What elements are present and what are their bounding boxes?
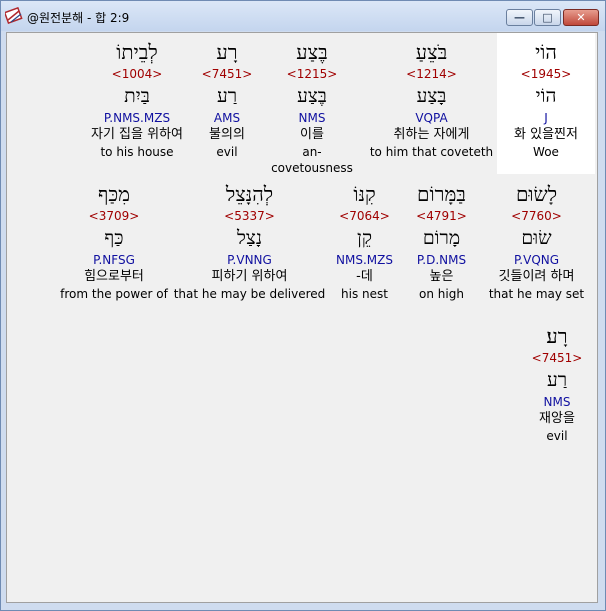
korean-gloss: 이를 — [300, 127, 324, 142]
maximize-icon: □ — [542, 11, 553, 24]
korean-gloss: 피하기 위하여 — [211, 269, 288, 284]
korean-gloss: 불의의 — [209, 127, 245, 142]
korean-gloss: 재앙을 — [539, 411, 575, 426]
close-icon: ✕ — [576, 11, 586, 24]
lemma: רַע — [546, 369, 568, 391]
lemma: שׂוּם — [521, 227, 552, 249]
hebrew-word: רָע — [216, 40, 238, 64]
word-cell[interactable]: לָשׂוּם <7760> שׂוּם P.VQNG 깃들이려 하며 that… — [484, 180, 589, 302]
strong-number[interactable]: <7760> — [484, 208, 589, 225]
morphology-code[interactable]: NMS.MZS — [327, 252, 402, 268]
english-gloss: his nest — [341, 287, 388, 301]
morphology-code[interactable]: P.VQNG — [484, 252, 589, 268]
hebrew-word: לְהִנָּצֵל — [225, 182, 274, 206]
strong-number[interactable]: <1214> — [369, 66, 494, 83]
lemma: כַּף — [104, 227, 124, 249]
strong-number[interactable]: <5337> — [172, 208, 327, 225]
word-cell[interactable]: רָע <7451> רַע AMS 불의의 evil — [192, 38, 262, 160]
morphology-code[interactable]: NMS — [262, 110, 362, 126]
lemma: נָצַל — [236, 227, 263, 249]
strong-number[interactable]: <7451> — [192, 66, 262, 83]
hebrew-word: לְבֵיתוֹ — [116, 40, 158, 64]
lemma: בָּצַע — [416, 85, 447, 107]
korean-gloss: 힘으로부터 — [84, 269, 144, 284]
korean-gloss: 깃들이려 하며 — [498, 269, 575, 284]
english-gloss: evil — [546, 429, 568, 443]
bible-app-icon — [5, 7, 23, 24]
lemma: רַע — [216, 85, 238, 107]
english-gloss: that he may be delivered — [173, 287, 326, 301]
morphology-code[interactable]: P.D.NMS — [404, 252, 479, 268]
morphology-code[interactable]: NMS — [522, 394, 592, 410]
interlinear-panel: לְבֵיתוֹ <1004> בַּיִת P.NMS.MZS 자기 집을 위… — [6, 32, 598, 603]
word-cell-selected[interactable]: הוֹי <1945> הוֹי J 화 있을찐저 Woe — [497, 38, 595, 160]
hebrew-word: הוֹי — [535, 40, 557, 64]
strong-number[interactable]: <7064> — [327, 208, 402, 225]
word-cell[interactable]: לְבֵיתוֹ <1004> בַּיִת P.NMS.MZS 자기 집을 위… — [72, 38, 202, 160]
morphology-code[interactable]: P.NMS.MZS — [72, 110, 202, 126]
korean-gloss: -데 — [356, 269, 373, 284]
hebrew-word: לָשׂוּם — [515, 182, 558, 206]
morphology-code[interactable]: P.NFSG — [59, 252, 169, 268]
lemma: קֵן — [356, 227, 372, 249]
word-cell[interactable]: קִנּוֹ <7064> קֵן NMS.MZS -데 his nest — [327, 180, 402, 302]
strong-number[interactable]: <1004> — [72, 66, 202, 83]
lemma: בַּיִת — [124, 85, 150, 107]
strong-number[interactable]: <1215> — [262, 66, 362, 83]
english-gloss: evil — [216, 145, 238, 159]
english-gloss: to his house — [100, 145, 174, 159]
word-cell[interactable]: לְהִנָּצֵל <5337> נָצַל P.VNNG 피하기 위하여 t… — [172, 180, 327, 302]
english-gloss: that he may set — [488, 287, 585, 301]
lemma: בֶּצַע — [297, 85, 327, 107]
english-gloss: from the power of — [60, 287, 168, 301]
app-window: @원전분해 - 합 2:9 — □ ✕ לְבֵיתוֹ <1004> בַּי… — [0, 0, 606, 611]
maximize-button[interactable]: □ — [534, 9, 561, 26]
korean-gloss: 높은 — [429, 269, 454, 284]
minimize-button[interactable]: — — [506, 9, 533, 26]
hebrew-word: רָע׃ — [546, 324, 568, 348]
lemma: מָרוֹם — [422, 227, 461, 249]
hebrew-word: קִנּוֹ — [353, 182, 376, 206]
morphology-code[interactable]: J — [497, 110, 595, 126]
morphology-code[interactable]: VQPA — [369, 110, 494, 126]
lemma: הוֹי — [535, 85, 557, 107]
word-cell[interactable]: רָע׃ <7451> רַע NMS 재앙을 evil — [522, 322, 592, 444]
word-cell[interactable]: בַּמָּרוֹם <4791> מָרוֹם P.D.NMS 높은 on h… — [404, 180, 479, 302]
hebrew-word: בֶּצַע — [296, 40, 328, 64]
morphology-code[interactable]: AMS — [192, 110, 262, 126]
title-bar[interactable]: @원전분해 - 합 2:9 — □ ✕ — [1, 1, 605, 31]
strong-number[interactable]: <3709> — [59, 208, 169, 225]
english-gloss: on high — [419, 287, 464, 301]
hebrew-word: מִכַּף — [98, 182, 130, 206]
strong-number[interactable]: <7451> — [522, 350, 592, 367]
morphology-code[interactable]: P.VNNG — [172, 252, 327, 268]
word-cell[interactable]: מִכַּף <3709> כַּף P.NFSG 힘으로부터 from the… — [59, 180, 169, 302]
english-gloss: an-covetousness — [271, 145, 353, 175]
strong-number[interactable]: <4791> — [404, 208, 479, 225]
close-button[interactable]: ✕ — [563, 9, 599, 26]
hebrew-word: בֹּצֵעַ — [415, 40, 448, 64]
korean-gloss: 취하는 자에게 — [393, 127, 470, 142]
word-cell[interactable]: בֹּצֵעַ <1214> בָּצַע VQPA 취하는 자에게 to hi… — [369, 38, 494, 160]
strong-number[interactable]: <1945> — [497, 66, 595, 83]
english-gloss: Woe — [533, 145, 559, 159]
window-title: @원전분해 - 합 2:9 — [27, 11, 130, 25]
korean-gloss: 화 있을찐저 — [514, 127, 578, 142]
minimize-icon: — — [514, 11, 525, 24]
word-cell[interactable]: בֶּצַע <1215> בֶּצַע NMS 이를 an-covetousn… — [262, 38, 362, 175]
hebrew-word: בַּמָּרוֹם — [417, 182, 466, 206]
korean-gloss: 자기 집을 위하여 — [91, 127, 183, 142]
english-gloss: to him that coveteth — [369, 145, 494, 159]
